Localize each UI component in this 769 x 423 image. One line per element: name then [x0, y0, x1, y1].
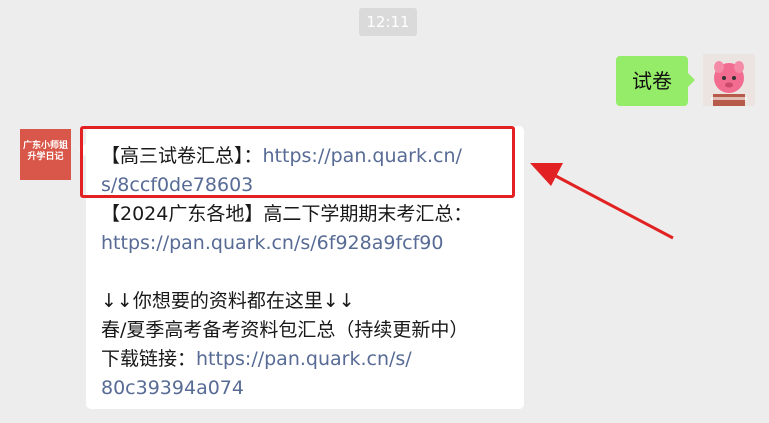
contact-avatar[interactable]: 广东小师姐 升学日记 — [20, 129, 71, 180]
message-line-8: 下载链接：https://pan.quark.cn/s/ — [101, 345, 514, 374]
materials-heading: ↓↓你想要的资料都在这里↓↓ — [101, 290, 355, 312]
my-avatar[interactable] — [703, 54, 755, 106]
download-link-part2[interactable]: 80c39394a074 — [101, 374, 514, 403]
guangdong-exam-link[interactable]: https://pan.quark.cn/s/6f928a9fcf90 — [101, 229, 514, 258]
avatar-text-line1: 广东小师姐 — [22, 141, 68, 151]
materials-description: 春/夏季高考备考资料包汇总（持续更新中） — [101, 319, 469, 341]
download-link-part1[interactable]: https://pan.quark.cn/s/ — [196, 348, 412, 370]
message-timestamp: 12:11 — [359, 8, 417, 36]
highlight-box — [80, 126, 515, 198]
guangdong-exam-label: 【2024广东各地】高二下学期期末考汇总： — [101, 203, 473, 225]
avatar-text-line2: 升学日记 — [27, 152, 64, 162]
download-link-label: 下载链接： — [101, 348, 197, 370]
my-message-bubble[interactable]: 试卷 — [616, 56, 695, 106]
pink-character-avatar-image — [703, 54, 755, 106]
arrowhead-icon — [530, 163, 563, 186]
